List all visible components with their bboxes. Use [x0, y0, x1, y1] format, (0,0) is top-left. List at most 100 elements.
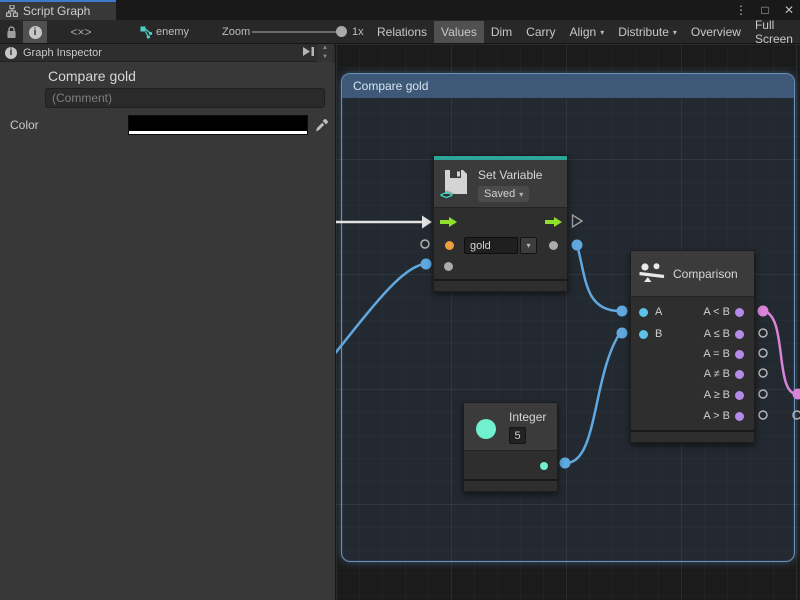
fullscreen-button[interactable]: Full Screen [748, 21, 800, 43]
spinner-up-icon[interactable]: ▲ [317, 44, 333, 53]
comment-input[interactable] [45, 88, 325, 108]
lock-button[interactable] [0, 21, 22, 43]
integer-header[interactable]: Integer 5 [464, 403, 557, 451]
input-b-port[interactable] [639, 330, 648, 339]
script-graph-icon [6, 5, 18, 17]
inspector-toggle-button[interactable]: i [23, 21, 47, 43]
color-swatch[interactable] [128, 115, 308, 135]
node-footer [434, 279, 567, 291]
node-comparison[interactable]: Comparison A B A < B A ≤ B A = B A ≠ B A… [630, 250, 755, 443]
color-swatch-rgb[interactable] [129, 116, 307, 130]
window-maximize-button[interactable]: □ [758, 3, 772, 17]
chevron-down-icon: ▾ [673, 28, 677, 37]
node-integer[interactable]: Integer 5 [463, 402, 558, 492]
tab-title: Script Graph [23, 4, 90, 18]
variable-name-port[interactable] [445, 241, 454, 250]
wire-end-dot [560, 458, 571, 469]
output-label: A ≥ B [704, 389, 730, 401]
output-a-eq-b-port[interactable] [735, 350, 744, 359]
unconnected-port-ring [421, 240, 429, 248]
wire-end-dot [758, 306, 769, 317]
output-a-neq-b-port[interactable] [735, 370, 744, 379]
align-dropdown[interactable]: Align ▾ [563, 21, 612, 43]
color-swatch-alpha [129, 130, 307, 134]
graph-canvas[interactable]: Compare gold [336, 44, 800, 600]
flow-input-port[interactable] [440, 217, 457, 227]
unity-script-graph-window: Script Graph ⋮ □ ✕ i <×> [0, 0, 800, 600]
value-output-port[interactable] [549, 241, 558, 250]
integer-type-icon [476, 419, 496, 439]
unconnected-port-ring [759, 411, 767, 419]
graph-inspector-header[interactable]: i Graph Inspector ▲ ▼ [0, 44, 335, 62]
output-label: A = B [703, 348, 730, 360]
window-controls: ⋮ □ ✕ [734, 0, 796, 20]
unconnected-port-ring [759, 390, 767, 398]
unconnected-port-ring [759, 349, 767, 357]
code-view-button[interactable]: <×> [56, 21, 106, 43]
wire-comparison-result-out[interactable] [763, 311, 797, 394]
zoom-value: 1x [352, 21, 364, 43]
input-a-label: A [655, 306, 662, 318]
window-close-button[interactable]: ✕ [782, 3, 796, 17]
output-a-gt-b-port[interactable] [735, 412, 744, 421]
node-title: Set Variable [478, 168, 542, 182]
flow-output-port[interactable] [545, 217, 562, 227]
color-field-label: Color [10, 118, 39, 132]
spinner-down-icon[interactable]: ▼ [317, 53, 333, 62]
wire-end-dot [421, 259, 432, 270]
graph-inspector-title: Graph Inspector [23, 47, 102, 59]
lock-icon [6, 26, 17, 39]
output-a-lte-b-port[interactable] [735, 330, 744, 339]
carry-button[interactable]: Carry [519, 21, 562, 43]
chevron-down-icon: ▾ [600, 28, 604, 37]
titlebar: Script Graph ⋮ □ ✕ [0, 0, 800, 20]
wire-value-in[interactable] [336, 264, 424, 356]
info-icon: i [29, 26, 42, 39]
chevron-down-icon: ▾ [519, 190, 523, 199]
dim-button[interactable]: Dim [484, 21, 519, 43]
relations-button[interactable]: Relations [370, 21, 434, 43]
zoom-label: Zoom [222, 21, 250, 43]
panel-scroll-spinner[interactable]: ▲ ▼ [317, 44, 333, 62]
overview-button[interactable]: Overview [684, 21, 748, 43]
flow-arrowhead-icon [422, 216, 432, 229]
wire-integer-to-comparison-b[interactable] [565, 333, 620, 463]
comparison-header[interactable]: Comparison [631, 251, 754, 297]
value-input-port[interactable] [444, 262, 453, 271]
zoom-slider-track[interactable] [252, 31, 342, 33]
wire-end-dot [617, 306, 628, 317]
unconnected-port-ring [793, 411, 800, 419]
output-a-lt-b-port[interactable] [735, 308, 744, 317]
eyedropper-icon [314, 118, 329, 133]
values-button[interactable]: Values [434, 21, 484, 43]
input-a-port[interactable] [639, 308, 648, 317]
eyedropper-button[interactable] [311, 115, 331, 135]
node-title: Comparison [673, 267, 738, 281]
zoom-slider-handle[interactable] [336, 26, 347, 37]
output-label: A ≤ B [704, 328, 730, 340]
graph-breadcrumb[interactable]: enemy [156, 21, 189, 43]
node-set-variable[interactable]: <> Set Variable Saved ▾ gold ▾ [433, 155, 568, 292]
wire-setvariable-to-comparison-a[interactable] [577, 245, 620, 311]
chevron-down-icon: ▾ [526, 241, 530, 250]
variable-code-icon: <> [440, 188, 452, 202]
node-footer [631, 430, 754, 442]
node-title: Integer [509, 410, 546, 424]
distribute-dropdown[interactable]: Distribute ▾ [611, 21, 684, 43]
set-variable-header[interactable]: <> Set Variable Saved ▾ [434, 160, 567, 208]
tab-script-graph[interactable]: Script Graph [0, 0, 116, 20]
integer-output-port[interactable] [540, 462, 548, 470]
output-label: A < B [703, 306, 730, 318]
output-a-gte-b-port[interactable] [735, 391, 744, 400]
integer-value-field[interactable]: 5 [509, 427, 526, 444]
comparison-scale-icon [639, 262, 666, 286]
node-footer [464, 479, 557, 491]
variable-name-dropdown[interactable]: gold ▾ [464, 237, 537, 254]
wire-end-dot [572, 240, 583, 251]
info-icon: i [5, 47, 17, 59]
toolbar: i <×> enemy Zoom 1x Relations Values [0, 20, 800, 44]
dock-panel-icon[interactable] [302, 46, 315, 57]
window-menu-button[interactable]: ⋮ [734, 3, 748, 17]
code-icon: <×> [70, 25, 91, 39]
variable-scope-dropdown[interactable]: Saved ▾ [478, 186, 529, 202]
